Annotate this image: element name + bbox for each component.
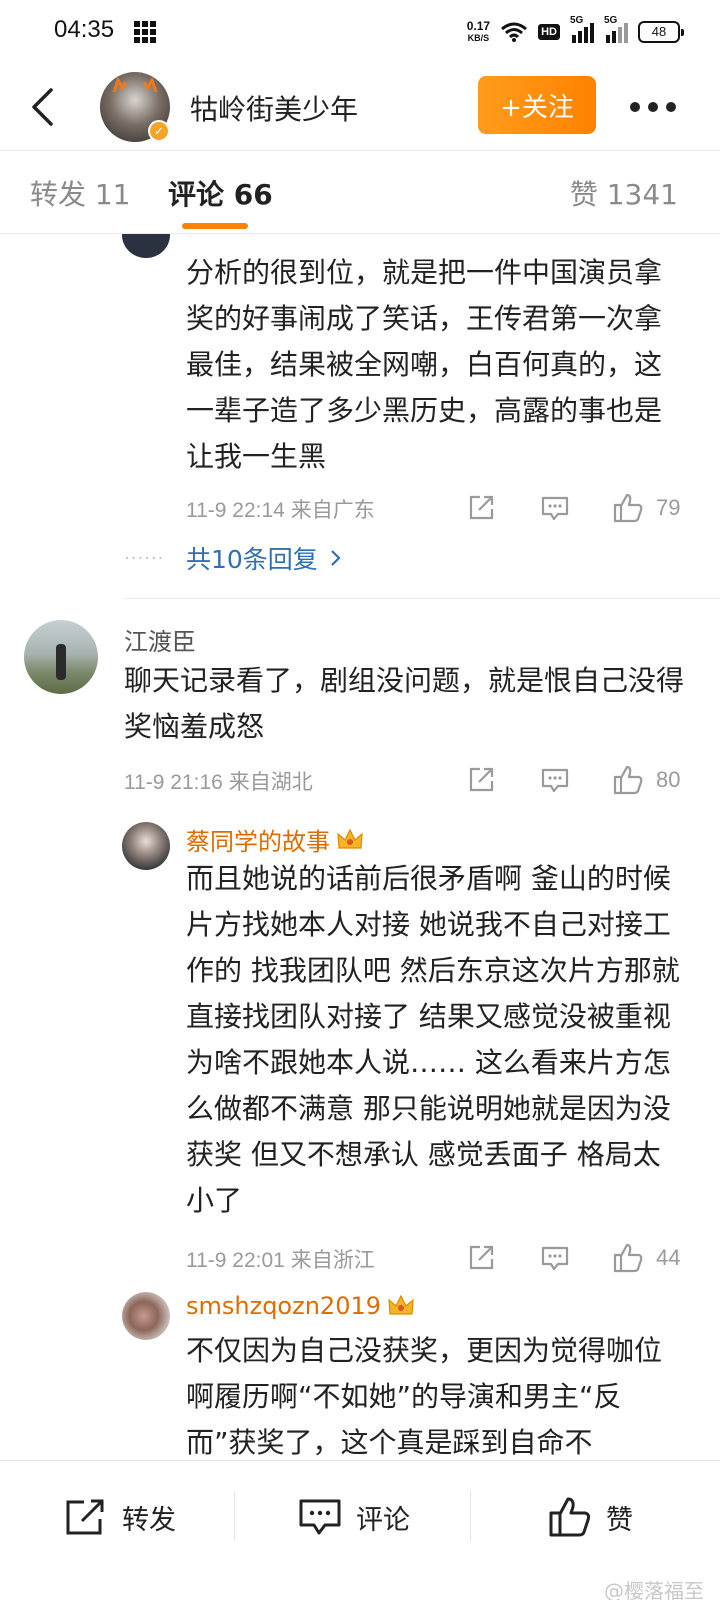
comment-meta: 11-9 21:16 来自湖北	[124, 771, 313, 794]
comment-button[interactable]: 评论	[298, 1489, 410, 1545]
share-icon	[66, 1499, 104, 1535]
comment-icon	[541, 768, 569, 793]
like-icon	[613, 493, 643, 523]
divider	[234, 1491, 235, 1541]
reply-author-name: smshzqozn2019	[186, 1292, 381, 1320]
more-replies-link[interactable]: ······ 共10条回复	[124, 540, 342, 576]
like-button[interactable]: 79	[612, 488, 680, 528]
comment-text: 聊天记录看了，剧组没问题，就是恨自己没得奖恼羞成怒	[124, 664, 685, 743]
like-count: 44	[656, 1245, 681, 1270]
app-grid-icon	[134, 21, 156, 43]
like-icon	[613, 765, 643, 795]
share-button[interactable]	[466, 488, 496, 528]
like-button[interactable]: 80	[612, 760, 680, 800]
like-icon	[613, 1243, 643, 1273]
reply-actions: 44	[466, 1238, 706, 1278]
commenter-name[interactable]: 江渡臣	[124, 622, 196, 657]
signal-2-icon: 5G	[604, 15, 628, 43]
wifi-icon	[501, 22, 528, 42]
divider	[470, 1491, 471, 1541]
comment-button[interactable]	[540, 760, 570, 800]
watermark: @樱落福至	[604, 1579, 704, 1600]
share-icon	[469, 495, 494, 520]
bottom-action-bar: 转发 评论 赞 @樱落福至	[0, 1460, 720, 1600]
more-icon[interactable]	[630, 100, 676, 114]
comment-actions: 79	[466, 488, 706, 528]
avatar[interactable]	[24, 620, 98, 694]
back-button[interactable]	[22, 82, 62, 132]
status-bar: 04:35 0.17 KB/S HD 5G 5G 48	[0, 0, 720, 64]
more-replies-label: 共10条回复	[186, 545, 318, 574]
author-name[interactable]: 牯岭街美少年	[190, 88, 358, 128]
like-count: 80	[656, 767, 681, 792]
dots-decoration: ······	[124, 547, 165, 569]
follow-button[interactable]: +关注	[478, 76, 596, 134]
back-arrow-icon	[32, 88, 53, 126]
share-icon	[469, 767, 494, 792]
status-time: 04:35	[54, 16, 115, 43]
comment-button[interactable]	[540, 488, 570, 528]
signal-1-icon: 5G	[570, 15, 594, 43]
crown-icon	[388, 1294, 414, 1315]
comment-icon	[299, 1499, 341, 1535]
tab-comments[interactable]: 评论 66	[168, 173, 273, 213]
post-header: ✓ 牯岭街美少年 +关注	[0, 64, 720, 150]
battery-icon: 48	[638, 21, 684, 43]
like-count: 79	[656, 495, 681, 520]
comment-icon	[541, 1246, 569, 1271]
detail-tabs: 转发 11 评论 66 赞 1341	[0, 151, 720, 233]
antler-decoration-icon	[112, 78, 158, 92]
reply-text: 而且她说的话前后很矛盾啊 釜山的时候 片方找她本人对接 她说我不自己对接工作的 …	[186, 862, 680, 1217]
share-icon	[469, 1245, 494, 1270]
avatar[interactable]	[122, 1292, 170, 1340]
author-avatar[interactable]: ✓	[100, 72, 170, 142]
like-icon	[549, 1497, 591, 1537]
reply-author[interactable]: 蔡同学的故事	[186, 822, 364, 857]
status-indicators: 0.17 KB/S HD 5G 5G 48	[466, 15, 684, 47]
crown-icon	[337, 828, 363, 849]
verified-icon: ✓	[148, 120, 170, 142]
net-speed: 0.17 KB/S	[466, 19, 491, 43]
hd-badge: HD	[538, 24, 560, 40]
active-tab-indicator	[182, 223, 248, 229]
comment-label: 评论	[356, 1504, 410, 1536]
comment-button[interactable]	[540, 1238, 570, 1278]
comment-meta: 11-9 22:14 来自广东	[186, 499, 375, 522]
avatar[interactable]	[122, 234, 170, 258]
reply-author-name: 蔡同学的故事	[186, 828, 330, 856]
reply-meta: 11-9 22:01 来自浙江	[186, 1249, 375, 1272]
comment-text: 分析的很到位，就是把一件中国演员拿奖的好事闹成了笑话，王传君第一次拿最佳，结果被…	[186, 256, 663, 473]
like-button[interactable]: 44	[612, 1238, 680, 1278]
reply-author[interactable]: smshzqozn2019	[186, 1292, 415, 1320]
divider	[122, 598, 720, 599]
chevron-right-icon	[331, 550, 341, 566]
tab-repost[interactable]: 转发 11	[30, 173, 131, 213]
avatar-figure	[56, 644, 66, 680]
tab-likes[interactable]: 赞 1341	[570, 173, 678, 213]
like-button[interactable]: 赞	[548, 1489, 633, 1545]
share-button[interactable]	[466, 760, 496, 800]
comment-list[interactable]: 分析的很到位，就是把一件中国演员拿奖的好事闹成了笑话，王传君第一次拿最佳，结果被…	[0, 234, 720, 1460]
comment-icon	[541, 496, 569, 521]
avatar[interactable]	[122, 822, 170, 870]
like-label: 赞	[606, 1504, 633, 1536]
comment-actions: 80	[466, 760, 706, 800]
share-button[interactable]	[466, 1238, 496, 1278]
repost-button[interactable]: 转发	[64, 1489, 176, 1545]
repost-label: 转发	[122, 1504, 176, 1536]
reply-text: 不仅因为自己没获奖，更因为觉得咖位啊履历啊“不如她”的导演和男主“反而”获奖了，…	[186, 1334, 663, 1459]
